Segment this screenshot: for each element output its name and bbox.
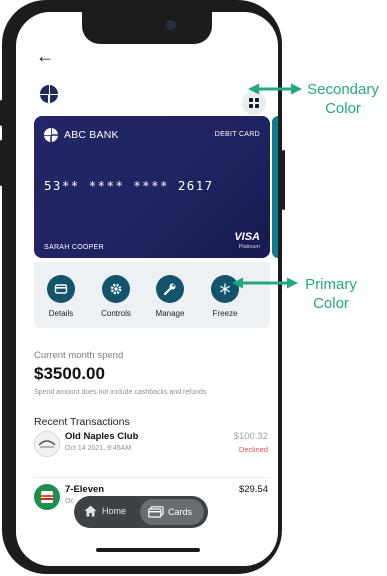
- freeze-label: Freeze: [212, 309, 238, 318]
- divider: [34, 477, 270, 478]
- home-icon: [84, 505, 97, 517]
- card-icon: [54, 284, 68, 294]
- transaction-row[interactable]: Old Naples Club Oct 14 2021, 9:45AM $100…: [34, 429, 270, 463]
- grid-icon: [249, 98, 253, 102]
- details-button[interactable]: Details: [33, 275, 89, 318]
- nav-cards-label: Cards: [168, 507, 193, 517]
- seven-eleven-logo-icon: [41, 491, 53, 503]
- club-logo-icon: [38, 440, 56, 448]
- nav-cards[interactable]: Cards: [140, 499, 204, 525]
- card-network-logo: VISA: [234, 231, 260, 243]
- transaction-merchant: Old Naples Club: [65, 431, 139, 442]
- merchant-logo: [34, 431, 60, 457]
- grid-icon-square: [249, 104, 253, 108]
- primary-arrow: [232, 277, 298, 289]
- manage-button[interactable]: Manage: [142, 275, 198, 318]
- back-button[interactable]: ←: [36, 47, 54, 65]
- transaction-amount: $100.32: [233, 431, 268, 442]
- transaction-merchant: 7-Eleven: [65, 484, 105, 495]
- merchant-logo: [34, 484, 60, 510]
- bank-logo-icon: [44, 128, 58, 142]
- details-label: Details: [48, 309, 74, 318]
- phone-side-button: [0, 140, 3, 186]
- manage-label: Manage: [155, 309, 185, 318]
- transaction-date: Oct 14 2021, 9:45AM: [65, 445, 132, 452]
- phone-side-button: [0, 100, 3, 126]
- card-number: 53** **** **** 2617: [44, 178, 214, 193]
- transaction-amount: $29.54: [238, 484, 268, 495]
- notch: [82, 12, 212, 44]
- home-indicator: [96, 548, 200, 552]
- card-holder: SARAH COOPER: [44, 244, 104, 251]
- bottom-nav: Home Cards: [74, 496, 208, 528]
- debit-card[interactable]: ABC BANK DEBIT CARD 53** **** **** 2617 …: [34, 116, 270, 258]
- controls-label: Controls: [101, 309, 131, 318]
- card-tier: Platinum: [238, 244, 260, 250]
- next-card-peek[interactable]: [272, 116, 278, 258]
- nav-home-label: Home: [102, 506, 127, 516]
- grid-icon-square: [255, 104, 259, 108]
- gear-icon: [110, 283, 122, 295]
- secondary-color-annotation: Secondary Color: [307, 81, 379, 117]
- spend-amount: $3500.00: [34, 364, 105, 383]
- card-actions-bar: Details Controls Manage Freeze: [34, 262, 270, 328]
- secondary-arrow: [248, 83, 302, 95]
- transaction-date: Oc: [65, 498, 74, 505]
- recent-transactions-title: Recent Transactions: [34, 416, 130, 428]
- bank-logo-icon: [40, 85, 58, 103]
- spend-label: Current month spend: [34, 350, 124, 361]
- phone-side-button: [282, 150, 285, 210]
- controls-button[interactable]: Controls: [88, 275, 144, 318]
- cards-icon: [148, 506, 164, 518]
- wrench-icon: [163, 283, 176, 296]
- card-bank-name: ABC BANK: [64, 129, 119, 141]
- camera: [166, 20, 176, 30]
- grid-icon-square: [255, 98, 259, 102]
- card-type: DEBIT CARD: [214, 131, 260, 138]
- spend-note: Spend amount does not include cashbacks …: [34, 389, 207, 396]
- transaction-status: Declined: [238, 445, 268, 454]
- primary-color-annotation: Primary Color: [305, 276, 357, 312]
